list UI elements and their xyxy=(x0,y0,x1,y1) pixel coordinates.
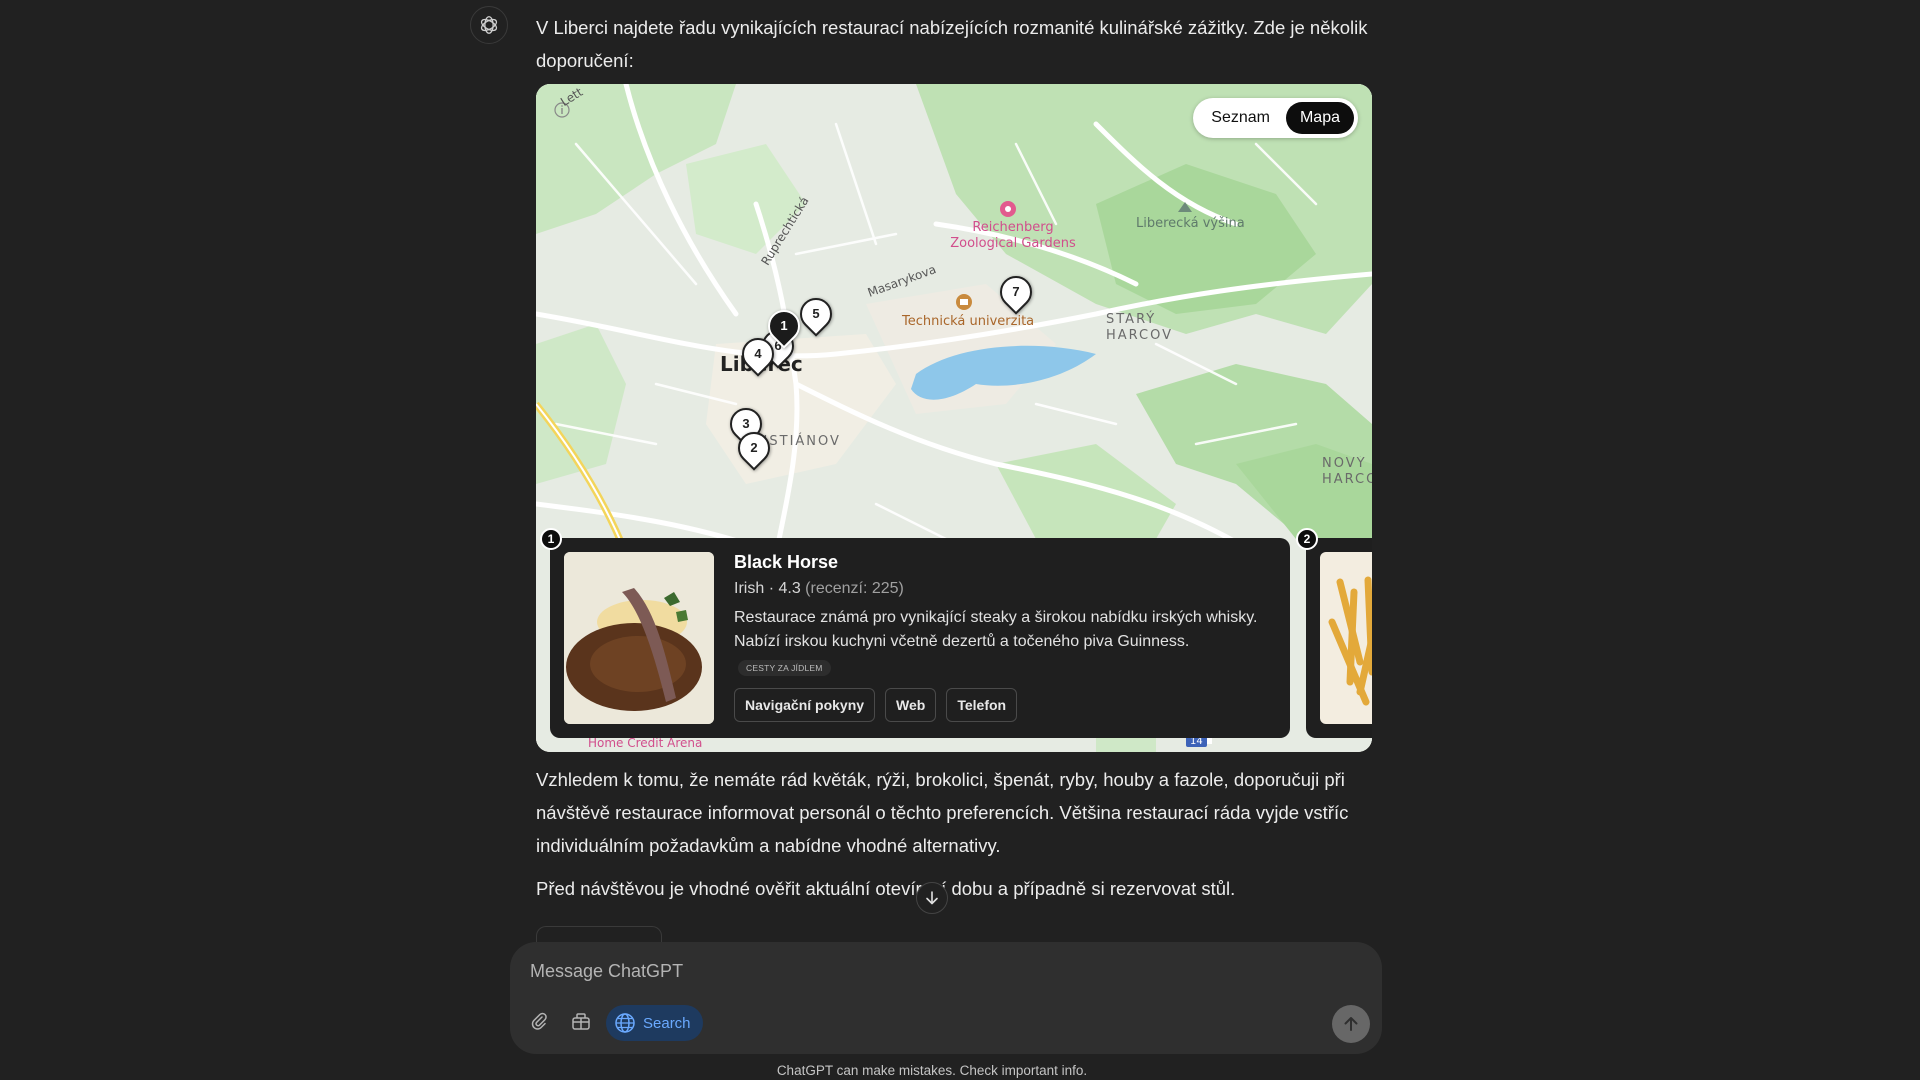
phone-button[interactable]: Telefon xyxy=(946,688,1018,722)
meta-separator: · xyxy=(768,580,779,597)
scroll-to-bottom-button[interactable] xyxy=(916,882,948,914)
restaurant-name: Black Horse xyxy=(734,552,839,572)
arrow-down-icon xyxy=(926,891,938,905)
directions-button[interactable]: Navigační pokyny xyxy=(734,688,876,722)
restaurant-card-next[interactable] xyxy=(1306,538,1372,738)
message-input[interactable] xyxy=(530,956,1330,986)
restaurant-description: Restaurace známá pro vynikající steaky a… xyxy=(734,609,1258,650)
restaurant-cuisine: Irish xyxy=(734,580,765,597)
map-label-stary-harcov: STARÝ HARCOV xyxy=(1106,312,1174,343)
restaurant-actions: Navigační pokyny Web Telefon xyxy=(734,688,1018,722)
map-label-hill: Liberecká výšina xyxy=(1136,216,1245,231)
toolbox-icon xyxy=(572,1013,590,1030)
toggle-map-button[interactable]: Mapa xyxy=(1285,102,1354,134)
assistant-message-reservation: Před návštěvou je vhodné ověřit aktuální… xyxy=(536,878,1236,899)
view-toggle[interactable]: Seznam Mapa xyxy=(1193,98,1358,138)
web-button[interactable]: Web xyxy=(885,688,937,722)
paperclip-icon xyxy=(531,1012,547,1030)
search-toggle-button[interactable]: Search xyxy=(606,1005,703,1041)
message-composer[interactable]: Search xyxy=(510,942,1382,1054)
tools-button[interactable] xyxy=(566,1006,596,1036)
card-index-badge-next: 2 xyxy=(1296,528,1318,550)
disclaimer-text: ChatGPT can make mistakes. Check importa… xyxy=(776,1063,1088,1078)
restaurant-meta: Irish · 4.3 (recenzí: 225) xyxy=(734,580,904,598)
restaurant-card[interactable]: Black Horse Irish · 4.3 (recenzí: 225) R… xyxy=(550,538,1290,738)
assistant-message-preferences: Vzhledem k tomu, že nemáte rád květák, r… xyxy=(536,769,1349,856)
map-label-university: Technická univerzita xyxy=(902,314,1035,329)
attach-button[interactable] xyxy=(524,1006,554,1036)
globe-icon xyxy=(615,1013,635,1033)
search-label: Search xyxy=(643,1014,691,1032)
map-widget[interactable]: Lett Ruprechtická Masarykova Reichenberg… xyxy=(536,84,1372,752)
restaurant-photo xyxy=(564,552,714,724)
map-label-novy-harcov: NOVÝ HARCOV xyxy=(1322,456,1372,487)
toggle-list-button[interactable]: Seznam xyxy=(1197,102,1284,134)
openai-logo-icon xyxy=(480,16,498,34)
send-button[interactable] xyxy=(1332,1005,1370,1043)
arrow-up-icon xyxy=(1344,1017,1358,1031)
assistant-avatar xyxy=(470,6,508,44)
restaurant-reviews: (recenzí: 225) xyxy=(805,580,904,597)
assistant-message-intro: V Liberci najdete řadu vynikajících rest… xyxy=(536,17,1368,71)
restaurant-rating: 4.3 xyxy=(778,580,801,597)
map-label-arena: Home Credit Arena xyxy=(588,736,703,750)
restaurant-photo-next xyxy=(1320,552,1372,724)
source-chip[interactable]: CESTY ZA JÍDLEM xyxy=(738,660,831,676)
map-label-zoo: Reichenberg Zoological Gardens xyxy=(950,220,1076,251)
card-index-badge: 1 xyxy=(540,528,562,550)
